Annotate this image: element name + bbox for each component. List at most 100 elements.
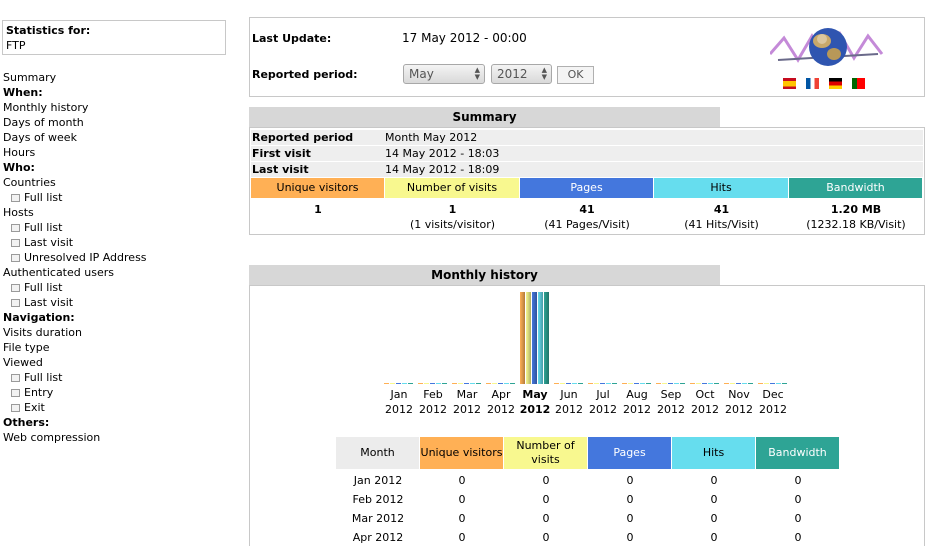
month-year: 2012 xyxy=(555,403,583,416)
table-cell-month: Jan 2012 xyxy=(353,474,403,487)
menu-link-summary[interactable]: Summary xyxy=(3,70,147,85)
chart-bar-bandwidth xyxy=(782,383,787,384)
menu-link-full-list[interactable]: Full list xyxy=(3,190,147,205)
menu-link-unresolved-ip-address[interactable]: Unresolved IP Address xyxy=(3,250,147,265)
summary-title: Summary xyxy=(249,107,720,127)
summary-value-number: 1.20 MB xyxy=(830,203,882,216)
month-select-value: May xyxy=(409,67,434,81)
month-select[interactable]: May ▲ ▼ xyxy=(403,64,485,84)
chart-bar-hits xyxy=(742,383,747,384)
chart-bar-bandwidth xyxy=(612,383,617,384)
menu-item-label: Last visit xyxy=(24,296,74,309)
summary-row-key: Last visit xyxy=(252,163,309,176)
table-header-number-of-visits: Number of visits xyxy=(504,437,588,469)
chart-bar-pages xyxy=(396,383,401,384)
table-cell-value: 0 xyxy=(794,474,802,487)
menu-link-hours[interactable]: Hours xyxy=(3,145,147,160)
month-year: 2012 xyxy=(589,403,617,416)
flag-france-icon[interactable] xyxy=(806,78,819,89)
flag-germany-icon[interactable] xyxy=(829,78,842,89)
menu-item-label: Hours xyxy=(3,146,36,159)
menu-link-exit[interactable]: Exit xyxy=(3,400,147,415)
menu-link-monthly-history[interactable]: Monthly history xyxy=(3,100,147,115)
menu-item-label: When: xyxy=(3,86,43,99)
monthly-history-panel: Jan 2012 Feb 2012 Mar 2012 Apr 2012 May 2012 Jun 20… xyxy=(249,285,925,546)
menu-link-days-of-month[interactable]: Days of month xyxy=(3,115,147,130)
chart-month-label: May 2012 xyxy=(518,387,552,417)
chart-month-label: Apr 2012 xyxy=(484,387,518,417)
summary-row-value: 14 May 2012 - 18:03 xyxy=(385,147,500,160)
month-year: 2012 xyxy=(759,403,787,416)
chart-bar-pages xyxy=(600,383,605,384)
chart-bar-unique-visitors xyxy=(588,383,593,384)
table-header-unique-visitors: Unique visitors xyxy=(420,437,504,469)
ok-button[interactable]: OK xyxy=(557,66,594,84)
sub-item-icon xyxy=(11,254,20,262)
menu-link-authenticated-users[interactable]: Authenticated users xyxy=(3,265,147,280)
flag-portugal-icon[interactable] xyxy=(852,78,865,89)
menu-link-last-visit[interactable]: Last visit xyxy=(3,295,147,310)
chart-bar-unique-visitors xyxy=(486,383,491,384)
menu-item-label: Web compression xyxy=(3,431,101,444)
chart-month-label: Jul 2012 xyxy=(586,387,620,417)
table-row: Feb 2012 0 0 0 0 0 xyxy=(250,490,924,509)
month-year: 2012 xyxy=(691,403,719,416)
monthly-chart: Jan 2012 Feb 2012 Mar 2012 Apr 2012 May 2012 Jun 20… xyxy=(250,286,924,426)
summary-value-number: 41 xyxy=(579,203,595,216)
menu-link-countries[interactable]: Countries xyxy=(3,175,147,190)
chart-bar-bandwidth xyxy=(544,292,549,384)
menu-link-viewed[interactable]: Viewed xyxy=(3,355,147,370)
sub-item-icon xyxy=(11,404,20,412)
table-header-bandwidth: Bandwidth xyxy=(756,437,840,469)
summary-value-number: 1 xyxy=(448,203,457,216)
year-select[interactable]: 2012 ▲ ▼ xyxy=(491,64,552,84)
table-cell-value: 0 xyxy=(542,474,550,487)
chart-month-label: Aug 2012 xyxy=(620,387,654,417)
month-name: Aug xyxy=(626,388,648,401)
menu-link-full-list[interactable]: Full list xyxy=(3,280,147,295)
menu-item-label: Others: xyxy=(3,416,50,429)
chart-bar-unique-visitors xyxy=(724,383,729,384)
chart-bar-unique-visitors xyxy=(656,383,661,384)
summary-value-number: 1 xyxy=(314,203,322,216)
menu-link-visits-duration[interactable]: Visits duration xyxy=(3,325,147,340)
chart-bar-hits xyxy=(402,383,407,384)
menu-item-label: Last visit xyxy=(24,236,74,249)
chart-bar-hits xyxy=(776,383,781,384)
chart-bar-unique-visitors xyxy=(758,383,763,384)
menu-link-web-compression[interactable]: Web compression xyxy=(3,430,147,445)
chart-month-label: Sep 2012 xyxy=(654,387,688,417)
last-update-label: Last Update: xyxy=(252,32,332,45)
menu-link-file-type[interactable]: File type xyxy=(3,340,147,355)
summary-row: Last visit 14 May 2012 - 18:09 xyxy=(251,162,923,177)
flag-spain-icon[interactable] xyxy=(783,78,796,89)
chart-bar-hits xyxy=(674,383,679,384)
statistics-for-box: Statistics for: FTP xyxy=(2,20,226,55)
chart-bar-number-of-visits xyxy=(662,383,667,384)
chart-month-label: Jun 2012 xyxy=(552,387,586,417)
sub-item-icon xyxy=(11,389,20,397)
month-year: 2012 xyxy=(657,403,685,416)
summary-header-bandwidth: Bandwidth xyxy=(789,178,923,198)
table-cell-value: 0 xyxy=(458,512,466,525)
chart-bar-pages xyxy=(464,383,469,384)
chart-bar-hits xyxy=(708,383,713,384)
chart-bar-pages xyxy=(430,383,435,384)
chart-bar-unique-visitors xyxy=(418,383,423,384)
chart-month-label: Jan 2012 xyxy=(382,387,416,417)
month-year: 2012 xyxy=(623,403,651,416)
chart-bar-bandwidth xyxy=(748,383,753,384)
menu-link-hosts[interactable]: Hosts xyxy=(3,205,147,220)
chart-bar-bandwidth xyxy=(510,383,515,384)
month-name: May xyxy=(522,388,548,401)
menu-link-entry[interactable]: Entry xyxy=(3,385,147,400)
chart-bar-number-of-visits xyxy=(560,383,565,384)
table-cell-value: 0 xyxy=(542,512,550,525)
month-name: Mar xyxy=(456,388,478,401)
menu-link-days-of-week[interactable]: Days of week xyxy=(3,130,147,145)
chart-bar-hits xyxy=(504,383,509,384)
menu-link-full-list[interactable]: Full list xyxy=(3,220,147,235)
menu-link-full-list[interactable]: Full list xyxy=(3,370,147,385)
menu-link-last-visit[interactable]: Last visit xyxy=(3,235,147,250)
statistics-for-label: Statistics for: xyxy=(6,24,91,37)
